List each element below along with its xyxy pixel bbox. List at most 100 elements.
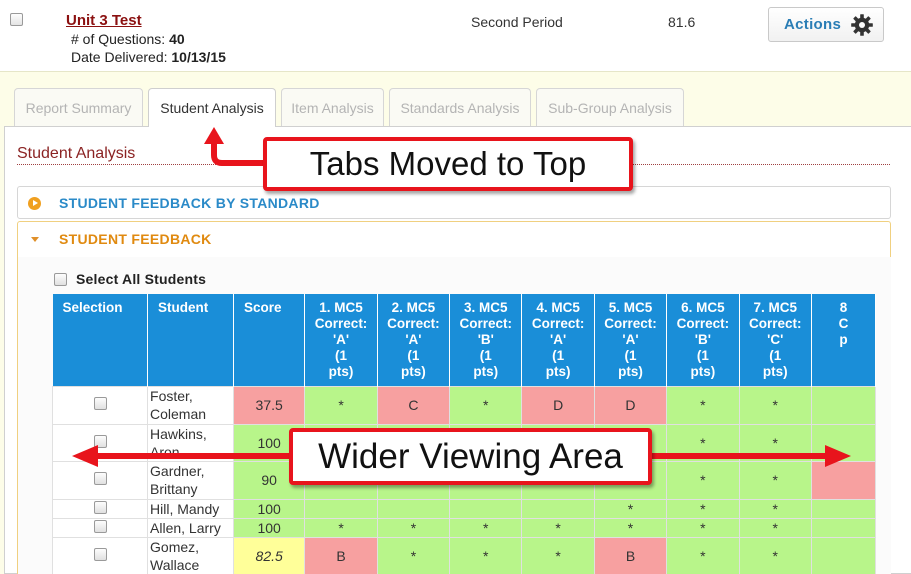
- col-question-7[interactable]: 7. MC5 Correct: 'C' (1 pts): [739, 294, 812, 386]
- question-pts2: pts): [618, 364, 643, 379]
- col-question-8[interactable]: 8Cp: [811, 294, 876, 386]
- student-score: 37.5: [232, 385, 306, 425]
- answer-cell: *: [738, 498, 812, 519]
- question-key: 'A': [550, 332, 567, 347]
- test-select-checkbox[interactable]: [10, 13, 23, 26]
- delivered-value: 10/13/15: [171, 49, 226, 65]
- answer-cell: *: [376, 517, 451, 538]
- right-arrow-icon: [648, 445, 851, 467]
- answer-cell: *: [666, 536, 740, 574]
- question-pts2: p: [839, 332, 848, 347]
- answer-cell: D: [593, 385, 668, 425]
- row-select-cell: [52, 385, 149, 425]
- question-pts2: pts): [762, 364, 788, 379]
- col-question-1[interactable]: 1. MC5 Correct: 'A' (1 pts): [304, 294, 378, 386]
- row-select-checkbox[interactable]: [93, 548, 107, 561]
- table-row: Allen, Larry 100 * * * * * * *: [52, 517, 876, 538]
- date-delivered: Date Delivered: 10/13/15: [71, 49, 226, 65]
- question-pts2: pts): [690, 364, 716, 379]
- select-all-label: Select All Students: [76, 271, 207, 287]
- question-correct: C: [838, 316, 849, 331]
- tab-report-summary[interactable]: Report Summary: [14, 88, 143, 126]
- student-score: 100: [232, 517, 306, 538]
- student-name: Gomez, Wallace: [147, 536, 234, 574]
- test-title-link[interactable]: Unit 3 Test: [66, 12, 142, 29]
- row-select-checkbox[interactable]: [93, 397, 107, 410]
- table-row: Foster, Coleman 37.5 * C * D D * *: [52, 385, 876, 425]
- question-correct: Correct:: [387, 316, 440, 331]
- tab-student-analysis[interactable]: Student Analysis: [148, 88, 276, 127]
- col-selection[interactable]: Selection: [52, 294, 149, 386]
- questions-label: # of Questions:: [71, 31, 166, 47]
- col-question-6[interactable]: 6. MC5 Correct: 'B' (1 pts): [666, 294, 740, 386]
- answer-cell: *: [449, 385, 523, 425]
- student-score: 100: [232, 498, 306, 519]
- question-correct: Correct:: [748, 316, 802, 331]
- delivered-label: Date Delivered:: [71, 49, 168, 65]
- col-question-5[interactable]: 5. MC5 Correct: 'A' (1 pts): [594, 294, 668, 386]
- question-pts: (1: [552, 348, 565, 363]
- student-name: Allen, Larry: [147, 517, 234, 538]
- answer-cell: [810, 517, 876, 538]
- tab-item-analysis[interactable]: Item Analysis: [281, 88, 384, 126]
- answer-cell: B: [593, 536, 668, 574]
- answer-cell: B: [304, 536, 378, 574]
- answer-cell: *: [449, 517, 523, 538]
- questions-value: 40: [169, 31, 185, 47]
- test-header: Unit 3 Test # of Questions: 40 Date Deli…: [0, 0, 911, 72]
- row-select-checkbox[interactable]: [93, 519, 107, 533]
- answer-cell: [304, 498, 378, 519]
- question-correct: Correct:: [604, 316, 657, 331]
- answer-cell: *: [666, 385, 740, 425]
- student-name: Hill, Mandy: [147, 498, 234, 519]
- col-score[interactable]: Score: [233, 294, 306, 386]
- row-select-checkbox[interactable]: [93, 500, 107, 514]
- accordion-student-feedback[interactable]: STUDENT FEEDBACK: [17, 221, 891, 257]
- questions-count: # of Questions: 40: [71, 31, 185, 47]
- row-select-checkbox[interactable]: [93, 472, 107, 485]
- answer-cell: *: [593, 498, 668, 519]
- answer-cell: D: [521, 385, 595, 425]
- question-pts: (1: [624, 348, 637, 363]
- select-all-students[interactable]: Select All Students: [54, 271, 206, 287]
- actions-button[interactable]: Actions: [768, 7, 884, 42]
- select-all-checkbox[interactable]: [54, 272, 67, 286]
- question-correct: Correct:: [531, 316, 585, 331]
- question-pts: (1: [769, 348, 782, 363]
- answer-cell: [521, 498, 595, 519]
- question-pts: (1: [479, 348, 492, 363]
- tab-standards-analysis[interactable]: Standards Analysis: [389, 88, 531, 126]
- col-student[interactable]: Student: [147, 294, 234, 386]
- question-key: 'C': [767, 332, 784, 347]
- col-question-2[interactable]: 2. MC5 Correct: 'A' (1 pts): [377, 294, 451, 386]
- play-icon: [28, 197, 41, 210]
- question-num: 3. MC5: [464, 300, 508, 315]
- tab-sub-group-analysis[interactable]: Sub-Group Analysis: [536, 88, 684, 126]
- answer-cell: *: [449, 536, 523, 574]
- question-pts: (1: [407, 348, 420, 363]
- answer-cell: *: [304, 385, 378, 425]
- question-pts: (1: [335, 348, 348, 363]
- question-correct: Correct:: [676, 316, 730, 331]
- question-pts2: pts): [401, 364, 426, 379]
- answer-cell: *: [666, 498, 740, 519]
- left-arrow-icon: [72, 445, 295, 467]
- answer-cell: [376, 498, 451, 519]
- student-score: 82.5: [232, 536, 306, 574]
- col-question-3[interactable]: 3. MC5 Correct: 'B' (1 pts): [449, 294, 523, 386]
- question-num: 2. MC5: [391, 300, 436, 315]
- question-key: 'A': [405, 332, 422, 347]
- average-score: 81.6: [668, 14, 696, 30]
- callout-tabs-moved: Tabs Moved to Top: [263, 137, 633, 191]
- table-row: Hill, Mandy 100 * * *: [52, 498, 876, 519]
- answer-cell: *: [376, 536, 451, 574]
- answer-cell: *: [521, 536, 595, 574]
- table-header-row: Selection Student Score 1. MC5 Correct: 'A…: [52, 294, 876, 386]
- actions-label: Actions: [784, 16, 842, 33]
- col-question-4[interactable]: 4. MC5 Correct: 'A' (1 pts): [521, 294, 595, 386]
- table-row: Gomez, Wallace 82.5 B * * * B * *: [52, 536, 876, 574]
- question-key: 'A': [622, 332, 639, 347]
- caret-down-icon: [31, 237, 39, 242]
- gear-icon: [851, 14, 873, 36]
- question-key: 'B': [477, 332, 494, 347]
